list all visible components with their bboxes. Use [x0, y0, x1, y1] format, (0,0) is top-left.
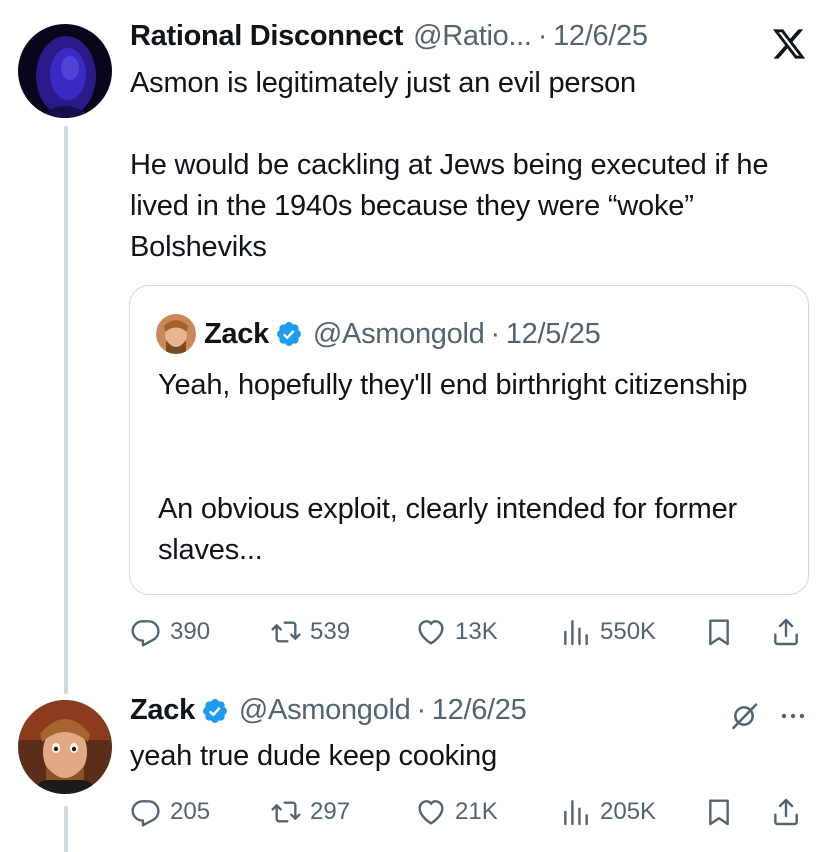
thread-connector-line: [64, 126, 68, 694]
like-count: 21K: [455, 798, 498, 825]
views-icon: [564, 620, 588, 646]
author-handle[interactable]: @Ratio...: [413, 20, 532, 53]
reply-tweet-action-bar: 205 297 21K 205K: [130, 792, 810, 832]
quoted-tweet-card[interactable]: Zack @Asmongold · 12/5/25 Yeah, hopefull…: [129, 285, 809, 595]
author-name[interactable]: Rational Disconnect: [130, 20, 403, 53]
more-icon[interactable]: [778, 704, 808, 728]
views-count: 205K: [600, 798, 657, 825]
reply-count: 205: [170, 798, 211, 825]
share-button[interactable]: [770, 612, 802, 652]
share-button[interactable]: [770, 792, 802, 832]
reply-button[interactable]: 390: [130, 612, 210, 652]
like-icon: [418, 800, 444, 825]
reply-tweet-header: Zack @Asmongold · 12/6/25: [130, 694, 527, 727]
avatar-rational-disconnect[interactable]: [18, 24, 112, 118]
main-tweet-text-para2: He would be cackling at Jews being execu…: [130, 149, 769, 263]
share-icon: [774, 798, 798, 826]
quoted-tweet-header: Zack @Asmongold · 12/5/25: [156, 314, 601, 354]
main-tweet-text-line1: Asmon is legitimately just an evil perso…: [130, 67, 636, 99]
like-icon: [418, 620, 444, 645]
separator-dot: ·: [490, 317, 500, 350]
grok-icon[interactable]: [728, 700, 760, 732]
avatar-zack-small: [156, 314, 196, 354]
reply-author-name[interactable]: Zack: [130, 694, 195, 727]
bookmark-icon: [709, 619, 729, 646]
quoted-tweet-text-para1: Yeah, hopefully they'll end birthright c…: [158, 369, 748, 401]
quoted-tweet-text-para2: An obvious exploit, clearly intended for…: [158, 493, 737, 566]
repost-count: 297: [310, 798, 351, 825]
reply-button[interactable]: 205: [130, 792, 210, 832]
repost-count: 539: [310, 618, 351, 645]
repost-icon: [271, 801, 301, 823]
views-button[interactable]: 205K: [560, 792, 656, 832]
bookmark-button[interactable]: [703, 612, 735, 652]
thread-connector-line-lower: [64, 806, 68, 852]
reply-icon: [131, 620, 160, 647]
like-button[interactable]: 13K: [415, 612, 498, 652]
main-tweet-header: Rational Disconnect @Ratio... · 12/6/25: [130, 20, 648, 53]
views-icon: [564, 800, 588, 826]
quoted-author-handle[interactable]: @Asmongold: [313, 318, 485, 351]
views-button[interactable]: 550K: [560, 612, 656, 652]
tweet-date[interactable]: 12/6/25: [553, 20, 648, 53]
quoted-tweet-date[interactable]: 12/5/25: [506, 318, 601, 351]
x-logo-icon: [770, 26, 808, 62]
avatar-zack[interactable]: [18, 700, 112, 794]
reply-icon: [131, 800, 160, 827]
separator-dot: ·: [537, 20, 548, 52]
repost-button[interactable]: 539: [270, 612, 350, 652]
verified-badge-icon: [275, 320, 303, 348]
reply-tweet-date[interactable]: 12/6/25: [432, 694, 527, 727]
repost-icon: [271, 621, 301, 643]
quoted-author-name[interactable]: Zack: [204, 318, 269, 351]
bookmark-icon: [709, 799, 729, 826]
separator-dot: ·: [416, 694, 426, 726]
verified-badge-icon: [201, 697, 229, 725]
bookmark-button[interactable]: [703, 792, 735, 832]
views-count: 550K: [600, 618, 657, 645]
reply-tweet-text: yeah true dude keep cooking: [130, 740, 498, 772]
reply-author-handle[interactable]: @Asmongold: [239, 694, 411, 727]
reply-count: 390: [170, 618, 211, 645]
share-icon: [774, 618, 798, 646]
like-button[interactable]: 21K: [415, 792, 498, 832]
repost-button[interactable]: 297: [270, 792, 350, 832]
main-tweet-action-bar: 390 539 13K 550K: [130, 612, 810, 652]
like-count: 13K: [455, 618, 498, 645]
